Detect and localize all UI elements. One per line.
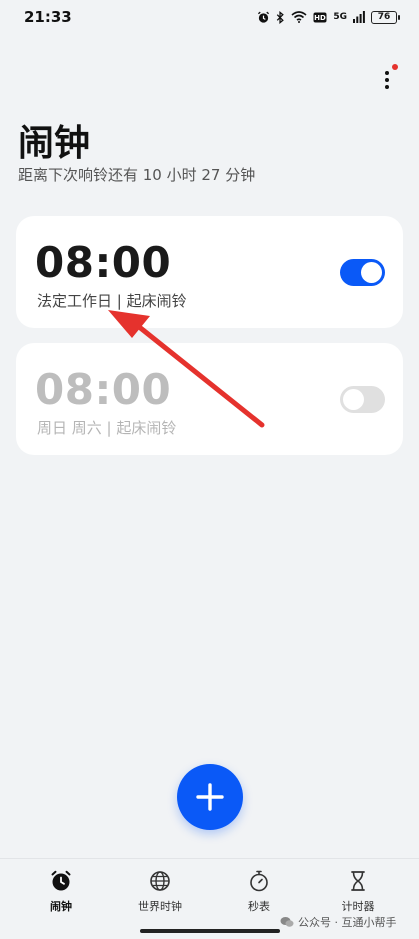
signal-icon: [353, 11, 365, 23]
toggle-knob: [361, 262, 382, 283]
add-alarm-button[interactable]: [177, 764, 243, 830]
more-dot-icon: [385, 78, 389, 82]
alarm-description: 法定工作日 | 起床闹铃: [37, 292, 187, 310]
status-bar: 21:33 HD 5G 76: [0, 0, 419, 34]
alarm-time: 08:00: [35, 238, 172, 287]
stopwatch-icon: [250, 870, 268, 892]
nav-label: 计时器: [341, 900, 375, 913]
globe-icon: [150, 871, 170, 891]
nav-item-stopwatch[interactable]: 秒表: [219, 869, 299, 917]
more-dot-icon: [385, 71, 389, 75]
wifi-icon: [291, 11, 307, 23]
nav-item-alarm[interactable]: 闹钟: [21, 869, 101, 917]
alarm-toggle[interactable]: [340, 386, 385, 413]
more-dot-icon: [385, 85, 389, 89]
next-alarm-info: 距离下次响铃还有 10 小时 27 分钟: [18, 166, 256, 184]
watermark-text: 公众号 · 互通小帮手: [298, 916, 397, 929]
network-type: 5G: [333, 12, 347, 22]
wechat-icon: [280, 917, 294, 927]
plus-icon: [196, 783, 224, 811]
alarm-time: 08:00: [35, 365, 172, 414]
alarm-description: 周日 周六 | 起床闹铃: [37, 419, 177, 437]
battery-icon: 76: [371, 10, 400, 24]
alarm-card[interactable]: 08:00 法定工作日 | 起床闹铃: [16, 216, 403, 328]
bluetooth-icon: [276, 10, 285, 24]
alarm-clock-icon: [51, 870, 71, 891]
toggle-knob: [343, 389, 364, 410]
alarm-toggle[interactable]: [340, 259, 385, 286]
status-time: 21:33: [24, 8, 72, 26]
more-options-button[interactable]: [377, 62, 398, 96]
status-icons: HD 5G 76: [257, 10, 400, 24]
nav-label: 秒表: [248, 900, 270, 913]
nav-label: 世界时钟: [138, 900, 182, 913]
hd-icon: HD: [313, 12, 327, 23]
nav-item-timer[interactable]: 计时器: [318, 869, 398, 917]
hourglass-icon: [351, 871, 365, 891]
nav-item-world-clock[interactable]: 世界时钟: [120, 869, 200, 917]
svg-text:HD: HD: [315, 14, 327, 22]
watermark: 公众号 · 互通小帮手: [280, 914, 397, 930]
page-title: 闹钟: [18, 123, 91, 164]
alarm-card[interactable]: 08:00 周日 周六 | 起床闹铃: [16, 343, 403, 455]
alarm-icon: [257, 11, 270, 24]
nav-label: 闹钟: [50, 900, 72, 913]
notification-dot-icon: [392, 64, 398, 70]
home-indicator[interactable]: [140, 929, 280, 933]
